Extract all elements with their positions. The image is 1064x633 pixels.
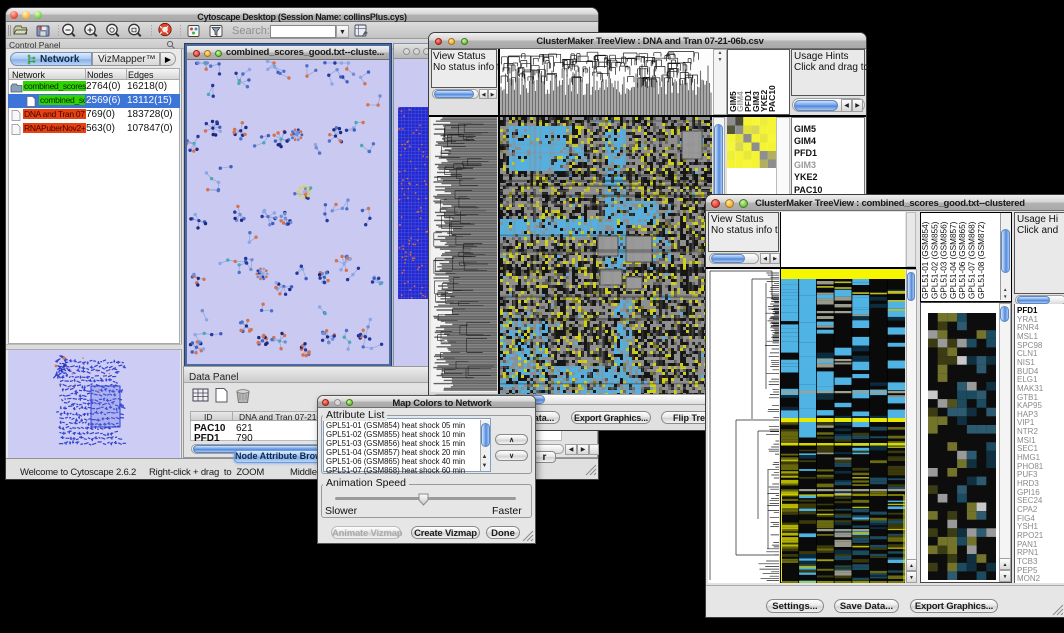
svg-text:PAC10: PAC10 [767, 85, 777, 112]
svg-text:GPL51-03 (GSM856): GPL51-03 (GSM856) [940, 221, 949, 299]
svg-text:GPL51-06 (GSM865): GPL51-06 (GSM865) [958, 221, 967, 299]
svg-text:GPL51-08 (GSM872): GPL51-08 (GSM872) [977, 221, 986, 299]
svg-text:GPL51-01 (GSM854): GPL51-01 (GSM854) [921, 221, 930, 299]
svg-text:GPL51-07 (GSM868): GPL51-07 (GSM868) [968, 221, 977, 299]
svg-text:GPL51-02 (GSM855): GPL51-02 (GSM855) [930, 221, 939, 299]
svg-text:GPL51-04 (GSM857): GPL51-04 (GSM857) [949, 221, 958, 299]
